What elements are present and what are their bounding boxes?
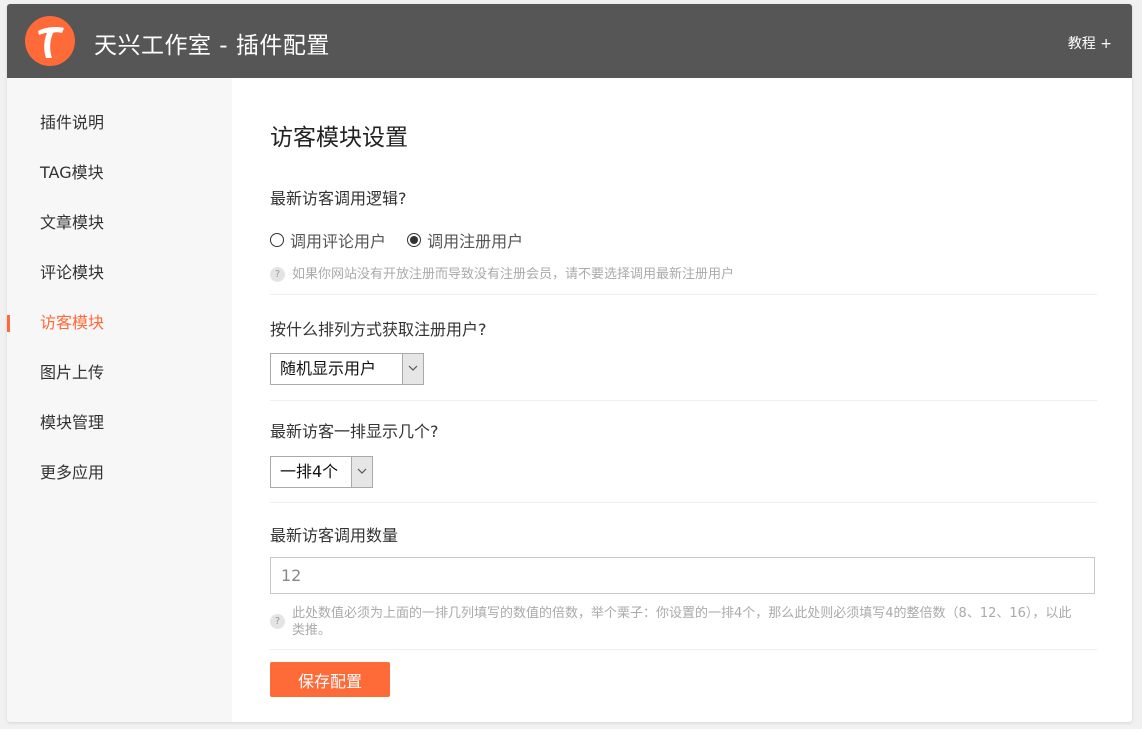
hint-text: 此处数值必须为上面的一排几列填写的数值的倍数，举个栗子：你设置的一排4个，那么此… [292,606,1072,638]
sidebar-item-label: 文章模块 [40,213,105,232]
sidebar-item-label: 插件说明 [40,113,105,132]
sidebar-item-image-upload[interactable]: 图片上传 [7,358,232,388]
sidebar-item-label: 访客模块 [40,313,105,332]
sidebar-item-comment-module[interactable]: 评论模块 [7,258,232,288]
visitor-count-input[interactable] [270,557,1095,594]
select-value: 随机显示用户 [280,359,377,378]
app-window: 天兴工作室 - 插件配置 教程 + 插件说明 TAG模块 文章模块 评论模块 访… [7,4,1132,722]
active-indicator [7,315,10,332]
radio-registered-users[interactable]: 调用注册用户 [407,228,523,252]
hint-text: 如果你网站没有开放注册而导致没有注册会员，请不要选择调用最新注册用户 [292,267,735,282]
divider [270,400,1097,401]
settings-panel: 访客模块设置 最新访客调用逻辑? 调用评论用户 调用注册用户 ? 如果你网站没有… [232,78,1132,722]
call-logic-hint: ? 如果你网站没有开放注册而导致没有注册会员，请不要选择调用最新注册用户 [270,266,1097,283]
top-header: 天兴工作室 - 插件配置 教程 + [7,4,1132,78]
sort-order-select[interactable]: 随机显示用户 [270,353,424,385]
tutorial-link[interactable]: 教程 + [1068,33,1112,53]
sidebar-item-label: 评论模块 [40,263,105,282]
question-mark-icon: ? [270,614,285,629]
radio-comment-users[interactable]: 调用评论用户 [270,228,386,252]
sort-order-label: 按什么排列方式获取注册用户? [270,320,487,339]
chevron-down-icon[interactable] [351,457,372,487]
sidebar-item-label: TAG模块 [40,163,104,182]
divider [270,502,1097,503]
radio-label: 调用注册用户 [427,232,524,251]
chevron-down-icon[interactable] [402,354,423,384]
page-title: 访客模块设置 [270,125,408,151]
per-row-select[interactable]: 一排4个 [270,456,373,488]
sidebar-item-module-management[interactable]: 模块管理 [7,408,232,438]
per-row-label: 最新访客一排显示几个? [270,422,439,441]
count-label: 最新访客调用数量 [270,526,399,545]
sidebar-item-label: 更多应用 [40,463,105,482]
app-title: 天兴工作室 - 插件配置 [94,33,330,59]
radio-button[interactable] [270,233,284,247]
select-value: 一排4个 [280,462,339,481]
divider [270,649,1097,650]
tianxing-logo-icon [25,16,75,66]
sidebar-item-label: 图片上传 [40,363,105,382]
sidebar-item-more-apps[interactable]: 更多应用 [7,458,232,488]
sidebar: 插件说明 TAG模块 文章模块 评论模块 访客模块 图片上传 模块管理 更多应用 [7,78,232,722]
radio-label: 调用评论用户 [290,232,387,251]
sidebar-item-plugin-info[interactable]: 插件说明 [7,108,232,138]
sidebar-item-visitor-module[interactable]: 访客模块 [7,308,232,338]
question-mark-icon: ? [270,267,285,282]
sidebar-item-label: 模块管理 [40,413,105,432]
save-config-button[interactable]: 保存配置 [270,662,390,697]
radio-button-checked[interactable] [407,233,422,247]
sidebar-item-article-module[interactable]: 文章模块 [7,208,232,238]
count-hint: ? 此处数值必须为上面的一排几列填写的数值的倍数，举个栗子：你设置的一排4个，那… [270,605,1097,639]
call-logic-radio-group: 调用评论用户 调用注册用户 [270,228,539,252]
call-logic-label: 最新访客调用逻辑? [270,189,407,208]
divider [270,294,1097,295]
sidebar-item-tag-module[interactable]: TAG模块 [7,158,232,188]
